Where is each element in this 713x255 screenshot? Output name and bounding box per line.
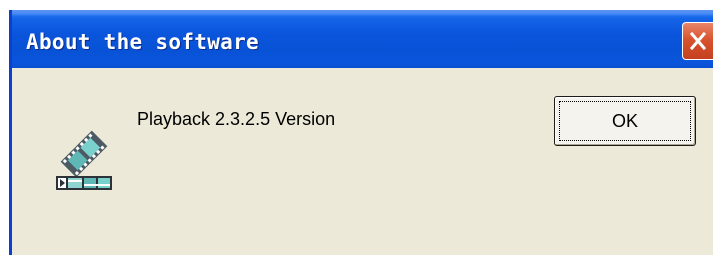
ok-button[interactable]: OK	[554, 96, 696, 146]
title-bar[interactable]: About the software	[12, 10, 713, 68]
video-playback-icon	[48, 130, 120, 194]
ok-button-focus-label: OK	[559, 101, 691, 141]
title-bar-sheen	[12, 10, 713, 16]
close-icon	[689, 31, 707, 51]
about-dialog: About the software Playback 2.3.2.5 Vers…	[9, 10, 713, 255]
close-button[interactable]	[682, 22, 713, 60]
window-title: About the software	[26, 30, 259, 54]
version-message: Playback 2.3.2.5 Version	[137, 109, 336, 129]
